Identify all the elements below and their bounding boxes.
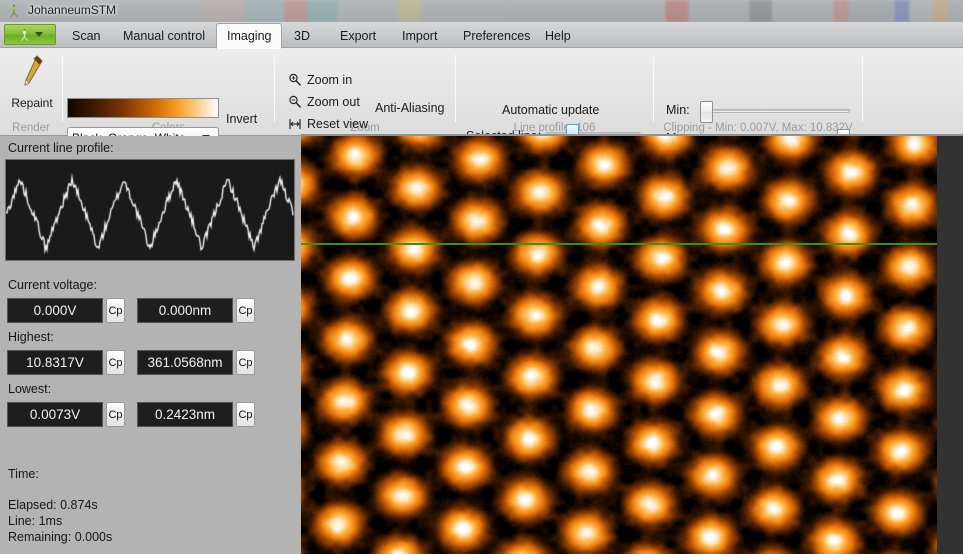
tab-label: Import [402,29,438,43]
stm-app-icon [10,4,18,18]
ribbon-group-clipping: Clipping - Min: 0.007V, Max: 10.832V [654,48,862,136]
line-profile-plot [5,159,295,261]
highest-voltage-value: 10.8317V [7,350,103,375]
zoom-in-icon [289,73,302,86]
tab-label: Preferences [463,29,531,43]
time-heading: Time: [8,467,39,481]
time-elapsed: Elapsed: 0.874s [8,498,98,512]
image-top-border [301,134,963,136]
copy-current-distance-button[interactable]: Cp [236,298,255,323]
scan-image-area[interactable] [301,136,963,554]
reset-view-button[interactable]: Reset view [288,117,368,131]
pencil-icon [24,55,43,86]
tab-import[interactable]: Import [392,24,447,48]
lowest-label: Lowest: [8,382,52,396]
copy-current-voltage-button[interactable]: Cp [106,298,125,323]
reset-view-label: Reset view [307,117,369,131]
highest-label: Highest: [8,330,54,344]
tab-label: Help [545,29,571,43]
copy-highest-distance-button[interactable]: Cp [236,350,255,375]
anti-aliasing-button[interactable]: Anti-Aliasing [375,101,444,115]
repaint-button[interactable]: Repaint [6,52,58,118]
tab-preferences[interactable]: Preferences [453,24,540,48]
clipping-min-slider[interactable] [700,101,850,123]
slider-track [700,109,850,113]
tab-label: Export [340,29,377,43]
time-line: Line: 1ms [8,514,63,528]
tab-export[interactable]: Export [330,24,386,48]
current-distance-value: 0.000nm [137,298,233,323]
clipping-min-label: Min: [666,103,690,117]
stm-scan-image[interactable] [301,136,937,554]
slider-thumb[interactable] [700,101,713,123]
tab-3d[interactable]: 3D [284,24,320,48]
tab-scan[interactable]: Scan [62,24,111,48]
repaint-label: Repaint [11,96,53,110]
tab-help[interactable]: Help [535,24,581,48]
current-voltage-value: 0.000V [7,298,103,323]
tab-label: Scan [72,29,101,43]
ribbon-body: Repaint Render Colors Black, Orange, Whi… [0,48,963,151]
window-title: JohanneumSTM [28,3,117,17]
ribbon-group-render: Repaint Render [0,48,62,136]
group-separator [862,54,863,122]
chevron-down-icon [35,32,43,37]
ribbon-group-line-profile: Line profile: 106 [456,48,653,136]
automatic-update-button[interactable]: Automatic update [502,103,599,117]
highest-distance-value: 361.0568nm [137,350,233,375]
time-remaining: Remaining: 0.000s [8,530,113,544]
ribbon-tabstrip: Scan Manual control Imaging 3D Export Im… [0,22,963,49]
app-menu-button[interactable] [4,24,56,45]
zoom-out-button[interactable]: Zoom out [288,95,360,109]
tab-manual-control[interactable]: Manual control [113,24,215,48]
left-panel: Current line profile: Current voltage: 0… [0,136,301,554]
copy-highest-voltage-button[interactable]: Cp [106,350,125,375]
invert-button[interactable]: Invert [226,112,257,126]
app-menu-icon [20,27,29,41]
titlebar-glass-blur [200,0,963,22]
selected-line-marker [301,243,937,245]
anti-aliasing-label: Anti-Aliasing [375,101,445,115]
invert-label: Invert [226,112,258,126]
zoom-in-label: Zoom in [307,73,353,87]
zoom-out-icon [289,95,302,108]
tab-imaging[interactable]: Imaging [216,23,283,49]
tab-label: Manual control [123,29,205,43]
lowest-voltage-value: 0.0073V [7,402,103,427]
current-voltage-label: Current voltage: [8,278,97,292]
lowest-distance-value: 0.2423nm [137,402,233,427]
automatic-update-label: Automatic update [502,103,600,117]
ribbon: Scan Manual control Imaging 3D Export Im… [0,22,963,151]
copy-lowest-voltage-button[interactable]: Cp [106,402,125,427]
copy-lowest-distance-button[interactable]: Cp [236,402,255,427]
zoom-in-button[interactable]: Zoom in [288,73,352,87]
application-window: JohanneumSTM Scan Manual control Imaging… [0,0,963,554]
group-label-render: Render [12,122,50,134]
current-line-profile-label: Current line profile: [8,141,114,155]
tab-label: 3D [294,29,310,43]
colormap-preview[interactable] [67,98,219,118]
zoom-out-label: Zoom out [307,95,360,109]
reset-view-icon [289,119,301,129]
title-bar: JohanneumSTM [0,0,963,22]
tab-label: Imaging [227,29,272,43]
